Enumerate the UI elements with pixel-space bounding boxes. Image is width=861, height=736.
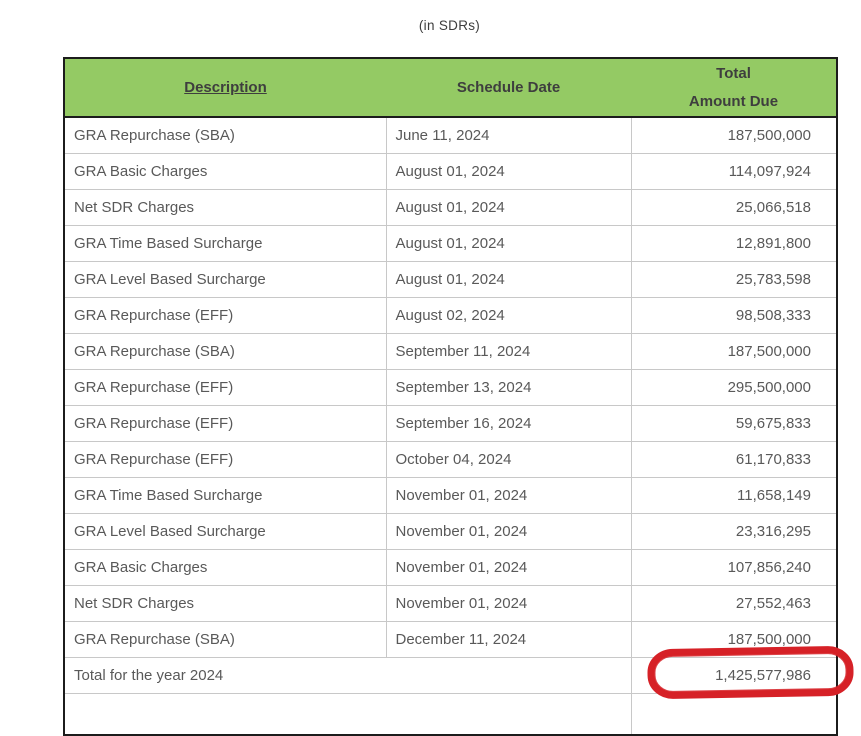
table-footer: Total for the year 2024 1,425,577,986 bbox=[64, 658, 837, 736]
row-description-cell: GRA Repurchase (EFF) bbox=[64, 370, 386, 406]
column-header-total-line1: Total bbox=[631, 60, 836, 88]
row-amount-cell: 187,500,000 bbox=[631, 117, 837, 154]
row-schedule-date-cell: November 01, 2024 bbox=[386, 586, 631, 622]
row-description-cell: GRA Basic Charges bbox=[64, 154, 386, 190]
row-schedule-date-cell: August 01, 2024 bbox=[386, 226, 631, 262]
row-amount-cell: 98,508,333 bbox=[631, 298, 837, 334]
row-amount-cell: 12,891,800 bbox=[631, 226, 837, 262]
total-row-label: Total for the year 2024 bbox=[64, 658, 631, 694]
column-header-total-amount-due: Total Amount Due bbox=[631, 58, 837, 117]
table-row: GRA Level Based Surcharge November 01, 2… bbox=[64, 514, 837, 550]
column-header-description[interactable]: Description bbox=[64, 58, 386, 117]
table-row: GRA Time Based Surcharge November 01, 20… bbox=[64, 478, 837, 514]
table-row: Net SDR Charges November 01, 2024 27,552… bbox=[64, 586, 837, 622]
row-amount-cell: 59,675,833 bbox=[631, 406, 837, 442]
table-row: GRA Time Based Surcharge August 01, 2024… bbox=[64, 226, 837, 262]
row-schedule-date-cell: August 01, 2024 bbox=[386, 154, 631, 190]
table-row: GRA Repurchase (EFF) October 04, 2024 61… bbox=[64, 442, 837, 478]
column-header-description-label: Description bbox=[184, 79, 267, 96]
table-header: Description Schedule Date Total Amount D… bbox=[64, 58, 837, 117]
table-row: GRA Basic Charges November 01, 2024 107,… bbox=[64, 550, 837, 586]
row-schedule-date-cell: November 01, 2024 bbox=[386, 550, 631, 586]
row-schedule-date-cell: August 01, 2024 bbox=[386, 262, 631, 298]
row-description-cell: GRA Level Based Surcharge bbox=[64, 514, 386, 550]
row-description-cell: GRA Basic Charges bbox=[64, 550, 386, 586]
row-description-cell: GRA Repurchase (EFF) bbox=[64, 442, 386, 478]
table-body: GRA Repurchase (SBA) June 11, 2024 187,5… bbox=[64, 117, 837, 658]
total-row-amount: 1,425,577,986 bbox=[631, 658, 837, 694]
total-row: Total for the year 2024 1,425,577,986 bbox=[64, 658, 837, 694]
row-description-cell: GRA Time Based Surcharge bbox=[64, 478, 386, 514]
row-schedule-date-cell: August 02, 2024 bbox=[386, 298, 631, 334]
row-description-cell: GRA Time Based Surcharge bbox=[64, 226, 386, 262]
page-title: (in SDRs) bbox=[63, 18, 836, 33]
table-row: Net SDR Charges August 01, 2024 25,066,5… bbox=[64, 190, 837, 226]
table-row: GRA Level Based Surcharge August 01, 202… bbox=[64, 262, 837, 298]
row-description-cell: GRA Level Based Surcharge bbox=[64, 262, 386, 298]
row-amount-cell: 27,552,463 bbox=[631, 586, 837, 622]
column-header-total-line2: Amount Due bbox=[631, 88, 836, 116]
row-amount-cell: 11,658,149 bbox=[631, 478, 837, 514]
partial-next-row-label bbox=[64, 694, 631, 736]
row-schedule-date-cell: September 16, 2024 bbox=[386, 406, 631, 442]
row-description-cell: Net SDR Charges bbox=[64, 586, 386, 622]
table-row: GRA Repurchase (SBA) December 11, 2024 1… bbox=[64, 622, 837, 658]
row-amount-cell: 23,316,295 bbox=[631, 514, 837, 550]
row-schedule-date-cell: October 04, 2024 bbox=[386, 442, 631, 478]
row-description-cell: GRA Repurchase (SBA) bbox=[64, 622, 386, 658]
table-row: GRA Repurchase (EFF) September 16, 2024 … bbox=[64, 406, 837, 442]
row-amount-cell: 295,500,000 bbox=[631, 370, 837, 406]
row-amount-cell: 61,170,833 bbox=[631, 442, 837, 478]
row-description-cell: GRA Repurchase (SBA) bbox=[64, 117, 386, 154]
row-description-cell: GRA Repurchase (EFF) bbox=[64, 298, 386, 334]
table-row: GRA Repurchase (SBA) September 11, 2024 … bbox=[64, 334, 837, 370]
row-description-cell: GRA Repurchase (SBA) bbox=[64, 334, 386, 370]
column-header-schedule-date-label: Schedule Date bbox=[457, 79, 560, 96]
payment-schedule-table: Description Schedule Date Total Amount D… bbox=[63, 57, 838, 736]
table-row: GRA Repurchase (EFF) August 02, 2024 98,… bbox=[64, 298, 837, 334]
row-amount-cell: 187,500,000 bbox=[631, 622, 837, 658]
table-row: GRA Basic Charges August 01, 2024 114,09… bbox=[64, 154, 837, 190]
partial-next-row bbox=[64, 694, 837, 736]
row-amount-cell: 25,066,518 bbox=[631, 190, 837, 226]
table-row: GRA Repurchase (EFF) September 13, 2024 … bbox=[64, 370, 837, 406]
row-schedule-date-cell: November 01, 2024 bbox=[386, 478, 631, 514]
row-description-cell: GRA Repurchase (EFF) bbox=[64, 406, 386, 442]
row-schedule-date-cell: June 11, 2024 bbox=[386, 117, 631, 154]
row-amount-cell: 114,097,924 bbox=[631, 154, 837, 190]
row-schedule-date-cell: September 11, 2024 bbox=[386, 334, 631, 370]
row-description-cell: Net SDR Charges bbox=[64, 190, 386, 226]
row-schedule-date-cell: November 01, 2024 bbox=[386, 514, 631, 550]
column-header-schedule-date: Schedule Date bbox=[386, 58, 631, 117]
row-schedule-date-cell: August 01, 2024 bbox=[386, 190, 631, 226]
row-schedule-date-cell: September 13, 2024 bbox=[386, 370, 631, 406]
row-amount-cell: 107,856,240 bbox=[631, 550, 837, 586]
row-schedule-date-cell: December 11, 2024 bbox=[386, 622, 631, 658]
row-amount-cell: 187,500,000 bbox=[631, 334, 837, 370]
table-row: GRA Repurchase (SBA) June 11, 2024 187,5… bbox=[64, 117, 837, 154]
row-amount-cell: 25,783,598 bbox=[631, 262, 837, 298]
partial-next-row-amount bbox=[631, 694, 837, 736]
